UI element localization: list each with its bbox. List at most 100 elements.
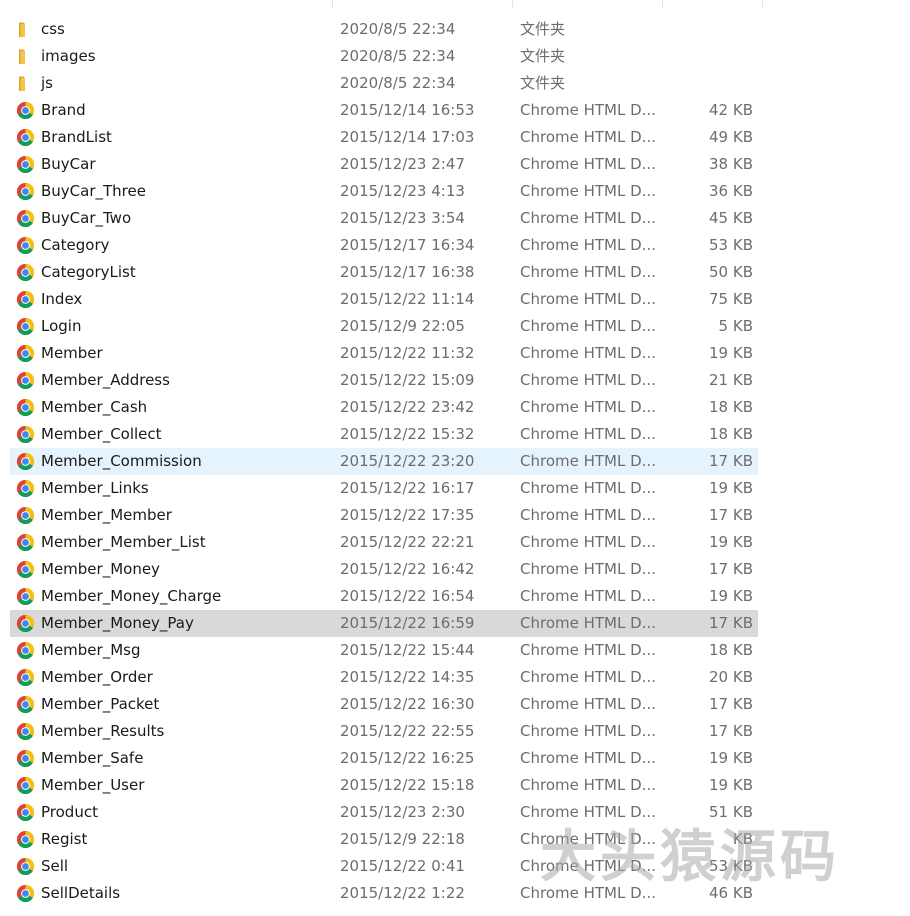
file-row[interactable]: Member 2015/12/22 11:32 Chrome HTML D... 19… (0, 340, 910, 367)
file-row[interactable]: Member_Cash 2015/12/22 23:42 Chrome HTML D… (0, 394, 910, 421)
file-row[interactable]: Member_Safe 2015/12/22 16:25 Chrome HTML D… (0, 745, 910, 772)
file-row[interactable]: js 2020/8/5 22:34 文件夹 (0, 70, 910, 97)
file-type: Chrome HTML D... (520, 587, 656, 605)
file-date-modified: 2020/8/5 22:34 (340, 47, 456, 65)
file-type: Chrome HTML D... (520, 101, 656, 119)
file-row[interactable]: Member_Member 2015/12/22 17:35 Chrome HTML… (0, 502, 910, 529)
file-type: Chrome HTML D... (520, 317, 656, 335)
file-size: 17 KB (709, 722, 753, 740)
file-row[interactable]: Member_Results 2015/12/22 22:55 Chrome HTM… (0, 718, 910, 745)
chrome-icon (16, 290, 35, 309)
file-name: Login (41, 317, 82, 335)
file-type: Chrome HTML D... (520, 722, 656, 740)
file-date-modified: 2015/12/22 23:20 (340, 452, 475, 470)
file-size: 19 KB (709, 776, 753, 794)
file-name: Member_Cash (41, 398, 148, 416)
file-size: 5 KB (718, 317, 753, 335)
chrome-icon (16, 101, 35, 120)
chrome-icon (16, 236, 35, 255)
file-size: 19 KB (709, 587, 753, 605)
chrome-icon (16, 452, 35, 471)
file-type: Chrome HTML D... (520, 182, 656, 200)
file-row[interactable]: Index 2015/12/22 11:14 Chrome HTML D... 75 … (0, 286, 910, 313)
file-row[interactable]: Member_Links 2015/12/22 16:17 Chrome HTML … (0, 475, 910, 502)
file-row[interactable]: BrandList 2015/12/14 17:03 Chrome HTML D..… (0, 124, 910, 151)
file-date-modified: 2015/12/23 4:13 (340, 182, 465, 200)
file-name: Member_Order (41, 668, 153, 686)
file-name: Member_Commission (41, 452, 202, 470)
file-type: Chrome HTML D... (520, 749, 656, 767)
file-row[interactable]: Member_User 2015/12/22 15:18 Chrome HTML D… (0, 772, 910, 799)
file-type: Chrome HTML D... (520, 641, 656, 659)
file-row[interactable]: CategoryList 2015/12/17 16:38 Chrome HTML … (0, 259, 910, 286)
chrome-icon (16, 479, 35, 498)
file-type: Chrome HTML D... (520, 371, 656, 389)
file-type: Chrome HTML D... (520, 128, 656, 146)
file-name: css (41, 20, 65, 38)
file-date-modified: 2015/12/22 16:17 (340, 479, 475, 497)
chrome-icon (16, 560, 35, 579)
file-name: Category (41, 236, 110, 254)
file-date-modified: 2015/12/22 14:35 (340, 668, 475, 686)
file-type: Chrome HTML D... (520, 533, 656, 551)
file-name: Member_Member_List (41, 533, 206, 551)
chrome-icon (16, 884, 35, 903)
file-type: Chrome HTML D... (520, 506, 656, 524)
chrome-icon (16, 317, 35, 336)
file-name: js (41, 74, 53, 92)
file-row[interactable]: images 2020/8/5 22:34 文件夹 (0, 43, 910, 70)
file-date-modified: 2015/12/14 16:53 (340, 101, 475, 119)
folder-icon (16, 47, 35, 66)
chrome-icon (16, 641, 35, 660)
file-size: 19 KB (709, 749, 753, 767)
file-row[interactable]: Member_Msg 2015/12/22 15:44 Chrome HTML D.… (0, 637, 910, 664)
chrome-icon (16, 209, 35, 228)
file-row[interactable]: Member_Money 2015/12/22 16:42 Chrome HTML … (0, 556, 910, 583)
file-row[interactable]: BuyCar 2015/12/23 2:47 Chrome HTML D... 38 … (0, 151, 910, 178)
chrome-icon (16, 533, 35, 552)
file-row[interactable]: Member_Packet 2015/12/22 16:30 Chrome HTML… (0, 691, 910, 718)
file-size: 38 KB (709, 155, 753, 173)
file-row[interactable]: BuyCar_Two 2015/12/23 3:54 Chrome HTML D..… (0, 205, 910, 232)
file-date-modified: 2015/12/22 22:21 (340, 533, 475, 551)
file-type: Chrome HTML D... (520, 236, 656, 254)
column-separator (662, 0, 663, 8)
file-row[interactable]: Brand 2015/12/14 16:53 Chrome HTML D... 42 … (0, 97, 910, 124)
chrome-icon (16, 344, 35, 363)
file-name: Member_Links (41, 479, 149, 497)
file-row[interactable]: Member_Order 2015/12/22 14:35 Chrome HTML … (0, 664, 910, 691)
file-name: Member_Msg (41, 641, 141, 659)
file-row[interactable]: Member_Member_List 2015/12/22 22:21 Chrome… (0, 529, 910, 556)
file-size: 36 KB (709, 182, 753, 200)
file-row[interactable]: css 2020/8/5 22:34 文件夹 (0, 16, 910, 43)
file-type: Chrome HTML D... (520, 695, 656, 713)
file-name: Member_Results (41, 722, 165, 740)
file-row[interactable]: Member_Commission 2015/12/22 23:20 Chrome … (0, 448, 910, 475)
file-size: 17 KB (709, 560, 753, 578)
file-name: Member_Money_Pay (41, 614, 194, 632)
file-name: Index (41, 290, 83, 308)
file-date-modified: 2015/12/14 17:03 (340, 128, 475, 146)
file-date-modified: 2015/12/22 16:42 (340, 560, 475, 578)
file-row[interactable]: Member_Money_Pay 2015/12/22 16:59 Chrome H… (0, 610, 910, 637)
file-date-modified: 2015/12/22 15:32 (340, 425, 475, 443)
chrome-icon (16, 695, 35, 714)
file-row[interactable]: Member_Money_Charge 2015/12/22 16:54 Chrom… (0, 583, 910, 610)
file-size: 19 KB (709, 344, 753, 362)
column-separator (512, 0, 513, 8)
file-type: Chrome HTML D... (520, 614, 656, 632)
file-row[interactable]: BuyCar_Three 2015/12/23 4:13 Chrome HTML D… (0, 178, 910, 205)
file-row[interactable]: Category 2015/12/17 16:34 Chrome HTML D...… (0, 232, 910, 259)
file-size: 18 KB (709, 641, 753, 659)
file-row[interactable]: Member_Collect 2015/12/22 15:32 Chrome HTM… (0, 421, 910, 448)
file-date-modified: 2015/12/22 17:35 (340, 506, 475, 524)
file-date-modified: 2015/12/22 0:41 (340, 857, 465, 875)
file-type: Chrome HTML D... (520, 398, 656, 416)
file-size: 17 KB (709, 695, 753, 713)
file-name: Member_Packet (41, 695, 160, 713)
chrome-icon (16, 614, 35, 633)
file-date-modified: 2015/12/9 22:18 (340, 830, 465, 848)
file-row[interactable]: Login 2015/12/9 22:05 Chrome HTML D... 5 KB (0, 313, 910, 340)
file-name: Sell (41, 857, 69, 875)
file-row[interactable]: Member_Address 2015/12/22 15:09 Chrome HTM… (0, 367, 910, 394)
